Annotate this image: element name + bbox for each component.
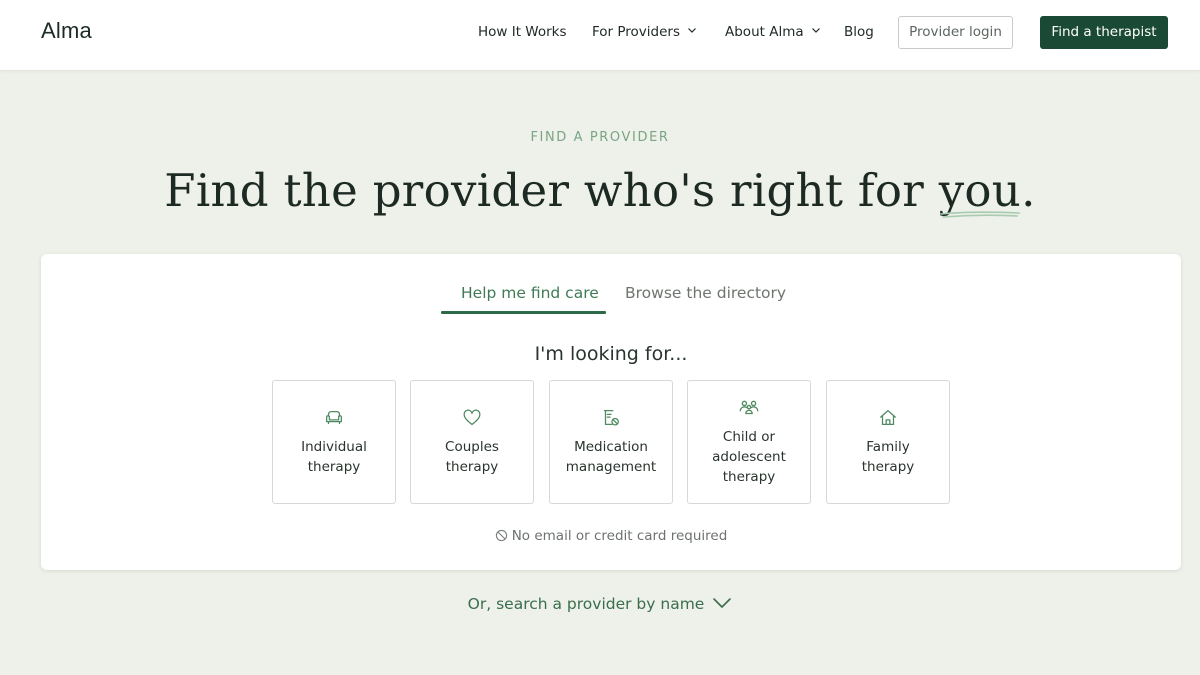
heart-icon bbox=[463, 409, 481, 426]
option-label-line: therapy bbox=[722, 469, 776, 485]
option-label-line: adolescent bbox=[712, 449, 786, 465]
option-label: Couples therapy bbox=[437, 437, 507, 477]
hero-title-end: . bbox=[1021, 164, 1036, 217]
provider-login-button[interactable]: Provider login bbox=[898, 16, 1013, 49]
hero-title-main: Find the provider who's right for bbox=[164, 164, 939, 217]
nav-how-it-works[interactable]: How It Works bbox=[478, 24, 567, 40]
option-label: Child or adolescent therapy bbox=[704, 427, 794, 487]
no-email-note: No email or credit card required bbox=[41, 528, 1181, 544]
option-label-line: therapy bbox=[307, 459, 361, 475]
chevron-down-icon bbox=[811, 28, 820, 33]
option-child-adolescent-therapy[interactable]: Child or adolescent therapy bbox=[687, 380, 811, 504]
option-label-line: therapy bbox=[861, 459, 915, 475]
nav-for-providers[interactable]: For Providers bbox=[592, 24, 697, 40]
looking-for-prompt: I'm looking for... bbox=[534, 343, 688, 365]
alma-logo[interactable]: Alma bbox=[41, 18, 92, 44]
option-label-line: Family bbox=[866, 439, 910, 455]
option-label: Family therapy bbox=[854, 437, 923, 477]
tab-browse-directory[interactable]: Browse the directory bbox=[625, 284, 786, 302]
scribble-underline-icon bbox=[939, 211, 1020, 218]
find-care-card: Help me find care Browse the directory I… bbox=[41, 254, 1181, 570]
couch-icon bbox=[326, 410, 342, 425]
prescription-icon bbox=[603, 410, 619, 426]
option-label-line: Child or bbox=[722, 429, 776, 445]
nav-about-alma[interactable]: About Alma bbox=[725, 24, 821, 40]
site-header: Alma How It Works For Providers About Al… bbox=[0, 0, 1200, 71]
search-by-name-label: Or, search a provider by name bbox=[467, 595, 705, 613]
prohibited-icon bbox=[495, 529, 507, 542]
hero-title: Find the provider who's right for you. bbox=[0, 164, 1200, 218]
no-email-note-text: No email or credit card required bbox=[511, 528, 728, 544]
nav-about-alma-label: About Alma bbox=[725, 24, 804, 40]
option-label: Individual therapy bbox=[293, 437, 375, 477]
hero-title-emphasis: you bbox=[939, 164, 1021, 218]
option-family-therapy[interactable]: Family therapy bbox=[826, 380, 950, 504]
option-medication-management[interactable]: Medication management bbox=[549, 380, 673, 504]
chevron-down-icon bbox=[688, 28, 697, 33]
nav-blog[interactable]: Blog bbox=[844, 24, 874, 40]
option-label: Medication management bbox=[558, 437, 664, 477]
family-group-icon bbox=[739, 400, 759, 415]
active-tab-indicator bbox=[441, 311, 606, 314]
option-couples-therapy[interactable]: Couples therapy bbox=[410, 380, 534, 504]
chevron-down-icon bbox=[713, 598, 732, 608]
option-label-line: Medication bbox=[574, 439, 648, 455]
nav-for-providers-label: For Providers bbox=[592, 24, 681, 40]
option-label-line: Individual bbox=[301, 439, 367, 455]
option-label-line: Couples bbox=[445, 439, 499, 455]
option-individual-therapy[interactable]: Individual therapy bbox=[272, 380, 396, 504]
option-label-line: management bbox=[565, 459, 657, 475]
find-therapist-button[interactable]: Find a therapist bbox=[1040, 16, 1168, 49]
house-icon bbox=[880, 410, 896, 426]
tab-help-me-find-care[interactable]: Help me find care bbox=[461, 284, 599, 302]
search-by-name-toggle[interactable]: Or, search a provider by name bbox=[0, 595, 1200, 613]
option-label-line: therapy bbox=[445, 459, 499, 475]
hero-eyebrow: FIND A PROVIDER bbox=[530, 130, 670, 145]
